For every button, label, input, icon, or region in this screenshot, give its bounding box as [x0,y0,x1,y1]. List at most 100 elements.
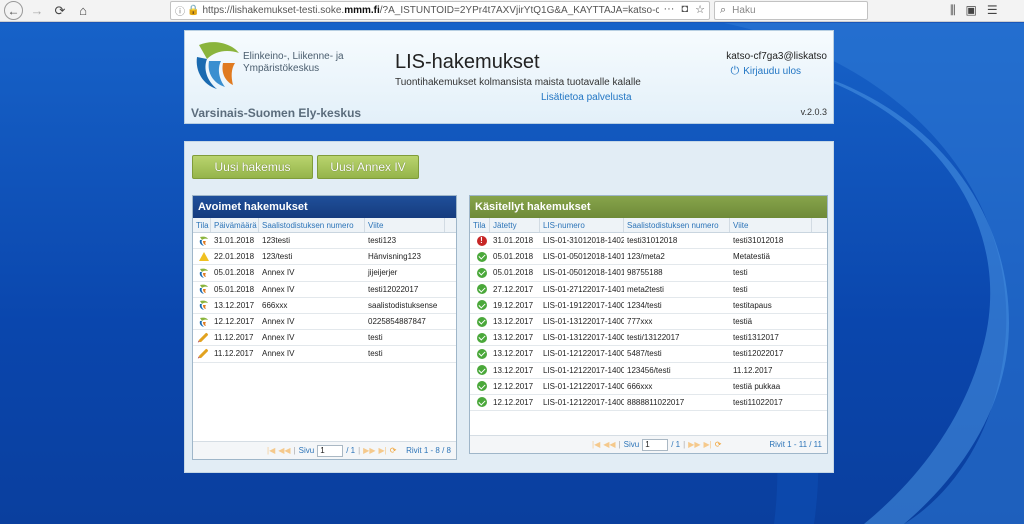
table-row[interactable]: 05.01.2018 Annex IV jijeijerjer [193,265,456,282]
row-status [470,346,490,361]
row-ref: Metatestiä [733,252,770,262]
table-row[interactable]: 13.12.2017 LIS-01-12122017-14002 123456/te… [470,363,827,379]
table-row[interactable]: 11.12.2017 Annex IV testi [193,330,456,347]
row-cert: Annex IV [262,333,295,343]
pager-separator: | [683,440,686,449]
more-icon[interactable]: ··· [663,3,674,16]
column-header-submitted[interactable]: Jätetty [490,218,540,232]
sidebar-icon[interactable]: ▣ [966,3,977,18]
search-icon: ⌕ [720,4,727,16]
status-ok-icon [476,348,487,359]
status-ely-logo-icon [199,317,208,327]
table-row[interactable]: 12.12.2017 LIS-01-12122017-14003 666xxx tes… [470,379,827,395]
row-ref: testi1312017 [733,333,779,343]
row-status [470,314,490,329]
row-lis-number: LIS-01-27122017-14010 [543,284,624,294]
row-ref: testi12022017 [368,284,419,294]
logout-link[interactable]: ⏻ Kirjaudu ulos [730,65,801,78]
row-date: 13.12.2017 [493,365,534,375]
row-date: 05.01.2018 [493,252,534,262]
table-row[interactable]: 11.12.2017 Annex IV testi [193,346,456,363]
table-row[interactable]: 12.12.2017 Annex IV 0225854887847 [193,314,456,331]
table-row[interactable]: 05.01.2018 Annex IV testi12022017 [193,282,456,298]
last-page-icon[interactable]: ▶| [703,440,711,449]
first-page-icon[interactable]: |◀ [267,446,275,455]
status-ely-logo-icon [199,300,208,311]
column-header-cert[interactable]: Saalistodistuksen numero [624,218,730,232]
ely-logo [196,42,239,89]
row-date: 19.12.2017 [493,300,534,310]
back-icon[interactable]: ← [4,1,23,20]
prev-page-icon[interactable]: ◀◀ [603,440,615,449]
library-icon[interactable]: ⫼ [950,3,956,18]
page-number-input[interactable]: 1 [317,444,344,457]
pager-separator: | [358,446,361,455]
prev-page-icon[interactable]: ◀◀ [278,446,290,455]
table-row[interactable]: 05.01.2018 LIS-01-05012018-14011 123/meta2… [470,249,827,266]
table-row[interactable]: 31.01.2018 123testi testi123 [193,233,456,250]
refresh-icon[interactable]: ⟳ [390,446,397,455]
last-page-icon[interactable]: ▶| [378,446,386,455]
row-status [193,298,211,313]
table-row[interactable]: 12.12.2017 LIS-01-12122017-14001 888881102… [470,395,827,412]
status-ok-icon [476,365,487,376]
table-row[interactable]: 27.12.2017 LIS-01-27122017-14010 meta2test… [470,282,827,298]
url-bar[interactable]: ⓘ 🔒 https://lishakemukset-testi.soke. mmm… [170,1,710,20]
bookmark-star-icon[interactable]: ☆ [695,3,705,16]
pocket-icon[interactable]: ◘ [681,3,688,16]
row-cert: 98755188 [627,268,663,278]
row-cert: testi31012018 [627,236,678,246]
table-row[interactable]: 13.12.2017 LIS-01-13122017-14006 testi/131… [470,330,827,347]
row-ref: saalistodistuksense [368,300,438,310]
info-icon[interactable]: ⓘ [175,3,185,18]
row-lis-number: LIS-01-12122017-14002 [543,365,624,375]
forward-icon[interactable]: → [28,2,46,20]
table-row[interactable]: ! 31.01.2018 LIS-01-31012018-14021 testi310… [470,233,827,250]
new-annex-button[interactable]: Uusi Annex IV [317,155,419,179]
processed-grid-rows: ! 31.01.2018 LIS-01-31012018-14021 testi310… [470,233,827,412]
column-header-date[interactable]: Päivämäärä [211,218,259,232]
row-date: 31.01.2018 [493,236,534,246]
column-header-cert[interactable]: Saalistodistuksen numero [259,218,365,232]
table-row[interactable]: 13.12.2017 666xxx saalistodistuksense [193,298,456,314]
pager-label: Sivu [623,440,640,449]
column-header-status[interactable]: Tila [470,218,490,232]
table-row[interactable]: 19.12.2017 LIS-01-19122017-14009 1234/test… [470,298,827,314]
next-page-icon[interactable]: ▶▶ [688,440,700,449]
service-info-link[interactable]: Lisätietoa palvelusta [541,92,632,103]
column-header-status[interactable]: Tila [193,218,211,232]
menu-icon[interactable]: ☰ [987,3,998,18]
column-header-ref[interactable]: Viite [730,218,812,232]
table-row[interactable]: 13.12.2017 LIS-01-12122017-14000 5487/test… [470,346,827,363]
reload-icon[interactable]: ⟳ [51,2,69,20]
next-page-icon[interactable]: ▶▶ [363,446,375,455]
pager-controls: |◀ ◀◀ | Sivu 1 / 1 | ▶▶ ▶| ⟳ [592,438,722,451]
home-icon[interactable]: ⌂ [74,2,92,20]
table-row[interactable]: 22.01.2018 123/testi Hänvisning123 [193,249,456,266]
first-page-icon[interactable]: |◀ [592,440,600,449]
lock-icon: 🔒 [187,5,200,16]
table-row[interactable]: 13.12.2017 LIS-01-13122017-14005 777xxx tes… [470,314,827,331]
table-row[interactable]: 05.01.2018 LIS-01-05012018-14014 98755188 t… [470,265,827,282]
column-header-lis-number[interactable]: LIS-numero [540,218,624,232]
row-date: 13.12.2017 [214,300,255,310]
region-name: Varsinais-Suomen Ely-keskus [191,106,362,120]
search-bar[interactable]: ⌕ Haku [714,1,868,20]
app-header: Elinkeino-, Liikenne- ja Ympäristökeskus… [184,30,834,124]
new-application-button[interactable]: Uusi hakemus [192,155,313,179]
url-rest: /?A_ISTUNTOID=2YPr4t7AXVjirYtQ1G&A_KAYTT… [379,5,664,16]
page-number-input[interactable]: 1 [642,438,669,451]
column-header-ref[interactable]: Viite [365,218,445,232]
row-lis-number: LIS-01-05012018-14011 [543,252,624,262]
row-date: 12.12.2017 [493,397,534,407]
open-grid-pager: |◀ ◀◀ | Sivu 1 / 1 | ▶▶ ▶| ⟳ Rivit 1 - 8… [193,441,456,459]
row-date: 05.01.2018 [214,268,255,278]
open-grid-rows: 31.01.2018 123testi testi123 22.01.2018 123/… [193,233,456,363]
row-cert: Annex IV [262,284,295,294]
row-date: 11.12.2017 [214,333,254,343]
refresh-icon[interactable]: ⟳ [715,440,722,449]
status-ely-logo-icon [199,284,208,295]
power-icon: ⏻ [730,65,740,77]
row-status [470,330,490,345]
username: katso-cf7ga3@liskatso [726,51,827,62]
